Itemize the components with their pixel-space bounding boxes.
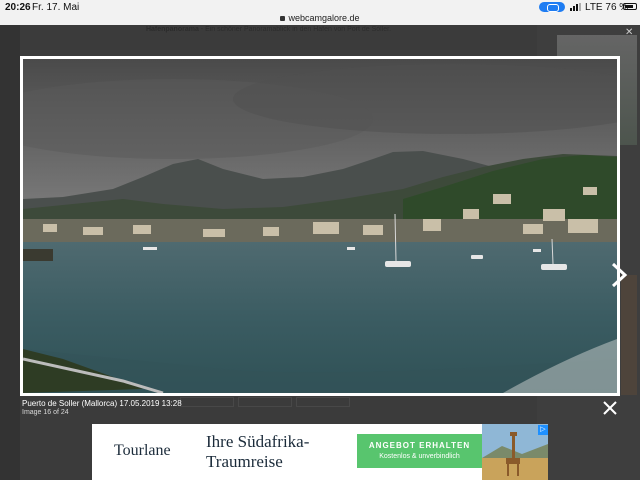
status-date: Fr. 17. Mai (32, 2, 80, 13)
image-caption: Puerto de Soller (Mallorca) 17.05.2019 1… (22, 399, 182, 416)
chevron-right-icon[interactable] (609, 261, 629, 289)
ios-status-bar: 20:26 Fr. 17. Mai webcamgalore.de LTE 76… (0, 0, 640, 25)
address-bar[interactable]: webcamgalore.de (0, 13, 640, 23)
headline-bold: Hafenpanorama (145, 26, 199, 33)
background-thumbnail (621, 275, 637, 395)
close-icon[interactable] (602, 400, 618, 416)
caption-title: Puerto de Soller (Mallorca) 17.05.2019 1… (22, 399, 182, 408)
image-counter: Image 16 of 24 (22, 409, 69, 416)
headline-text: - Ein schöner Panoramablick in den Hafen… (198, 26, 392, 33)
network-status: LTE 76 % (585, 2, 628, 13)
background-left (0, 25, 20, 480)
harbor-panorama-image (23, 59, 617, 393)
ad-brand: Tourlane (114, 442, 171, 459)
address-url: webcamgalore.de (288, 13, 360, 23)
status-time: 20:26 (5, 2, 31, 13)
ad-close-icon[interactable]: ✕ (625, 27, 637, 39)
network-type: LTE (585, 2, 603, 13)
ad-headline: Ihre Südafrika-Traumreise (206, 432, 310, 471)
advertisement-banner[interactable]: Tourlane Ihre Südafrika-Traumreise ANGEB… (92, 424, 548, 480)
page-headline: Hafenpanorama - Ein schöner Panoramablic… (0, 26, 537, 33)
ad-cta-label: ANGEBOT ERHALTEN (368, 441, 471, 450)
ad-cta-sublabel: Kostenlos & unverbindlich (379, 453, 460, 460)
lightbox-frame (20, 56, 628, 396)
webcam-image[interactable] (23, 59, 617, 393)
ad-info-icon[interactable]: ▷ (538, 425, 548, 435)
ad-cta-button[interactable]: ANGEBOT ERHALTEN Kostenlos & unverbindli… (357, 434, 482, 468)
signal-icon (570, 3, 582, 11)
lock-icon (280, 16, 286, 21)
screen-share-icon (539, 2, 565, 12)
battery-icon (623, 3, 637, 10)
